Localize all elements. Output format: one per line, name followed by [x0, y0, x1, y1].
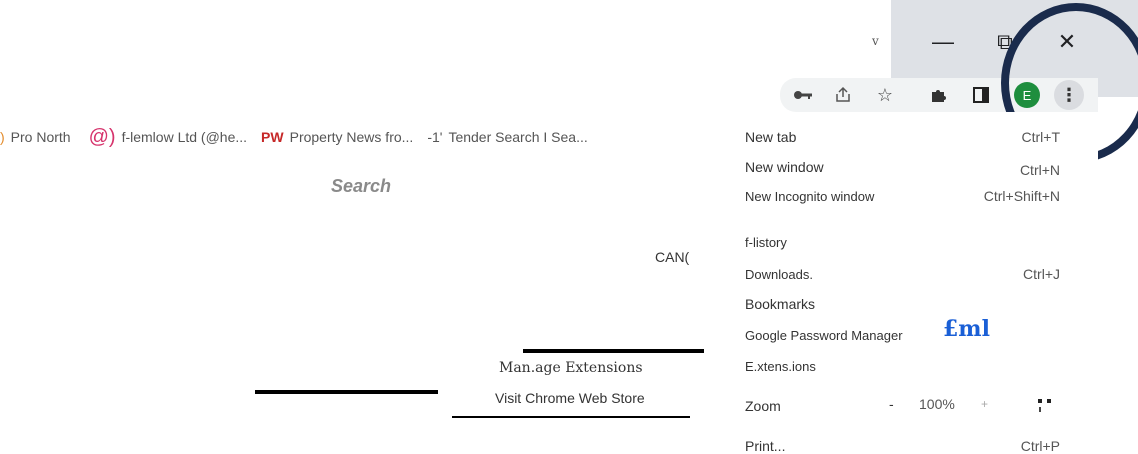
menu-new-window[interactable]: New window	[745, 159, 824, 175]
fullscreen-icon[interactable]	[1037, 397, 1053, 416]
star-icon[interactable]: ☆	[870, 80, 900, 110]
bookmark-pro-north[interactable]: ) Pro North	[0, 129, 71, 145]
bookmark-label: Property News fro...	[289, 129, 414, 145]
bookmark-property-news[interactable]: PW Property News fro...	[261, 129, 413, 145]
key-icon[interactable]	[788, 80, 818, 110]
partial-text: CAN(	[655, 249, 690, 265]
menu-new-incognito[interactable]: New Incognito window	[745, 189, 874, 204]
zoom-out-button[interactable]: -	[889, 396, 894, 412]
zoom-level: 100%	[919, 396, 955, 412]
minimize-icon: —	[932, 29, 954, 54]
bookmark-flemlow[interactable]: @) f-lemlow Ltd (@he...	[89, 126, 247, 149]
manage-extensions-link[interactable]: Man.age Extensions	[499, 360, 643, 376]
menu-downloads[interactable]: Downloads.	[745, 267, 813, 282]
bookmark-label: f-lemlow Ltd (@he...	[121, 129, 248, 145]
menu-bookmarks[interactable]: Bookmarks	[745, 296, 815, 312]
puzzle-icon[interactable]	[924, 80, 954, 110]
menu-history[interactable]: f-listory	[745, 235, 787, 250]
shortcut-new-incognito: Ctrl+Shift+N	[983, 188, 1060, 204]
shortcut-print: Ctrl+P	[1020, 438, 1060, 454]
title-mark: v	[872, 34, 879, 48]
menu-password-manager[interactable]: Google Password Manager	[745, 328, 903, 343]
redaction-stroke	[255, 390, 438, 394]
shortcut-downloads: Ctrl+J	[1023, 266, 1060, 282]
sidepanel-icon[interactable]	[966, 80, 996, 110]
minimize-button[interactable]: —	[920, 22, 966, 62]
bookmark-label: Pro North	[10, 129, 71, 145]
bookmark-favicon: )	[0, 129, 5, 145]
bookmark-label: Tender Search I Sea...	[448, 129, 588, 145]
bookmarks-bar: ) Pro North @) f-lemlow Ltd (@he... PW P…	[0, 125, 602, 149]
password-manager-logo: £ml	[943, 316, 990, 342]
menu-extensions[interactable]: E.xtens.ions	[745, 359, 816, 374]
bookmark-tender-search[interactable]: -1' Tender Search I Sea...	[427, 129, 587, 145]
shortcut-new-window: Ctrl+N	[1019, 162, 1060, 178]
shortcut-new-tab: Ctrl+T	[1021, 129, 1061, 145]
redaction-stroke	[523, 349, 704, 353]
search-heading: Search	[331, 176, 392, 196]
divider-line	[452, 416, 690, 418]
menu-print[interactable]: Print...	[745, 438, 785, 454]
share-icon[interactable]	[828, 80, 858, 110]
pw-icon: PW	[261, 129, 284, 145]
at-icon: @)	[88, 125, 116, 148]
menu-zoom: Zoom	[745, 398, 781, 414]
zoom-in-button[interactable]: +	[981, 397, 988, 411]
visit-web-store-link[interactable]: Visit Chrome Web Store	[495, 390, 645, 406]
chrome-menu: New tab Ctrl+T New window Ctrl+N New Inc…	[733, 112, 1098, 454]
menu-new-tab[interactable]: New tab	[745, 129, 796, 145]
bookmark-favicon: -1'	[427, 129, 443, 145]
